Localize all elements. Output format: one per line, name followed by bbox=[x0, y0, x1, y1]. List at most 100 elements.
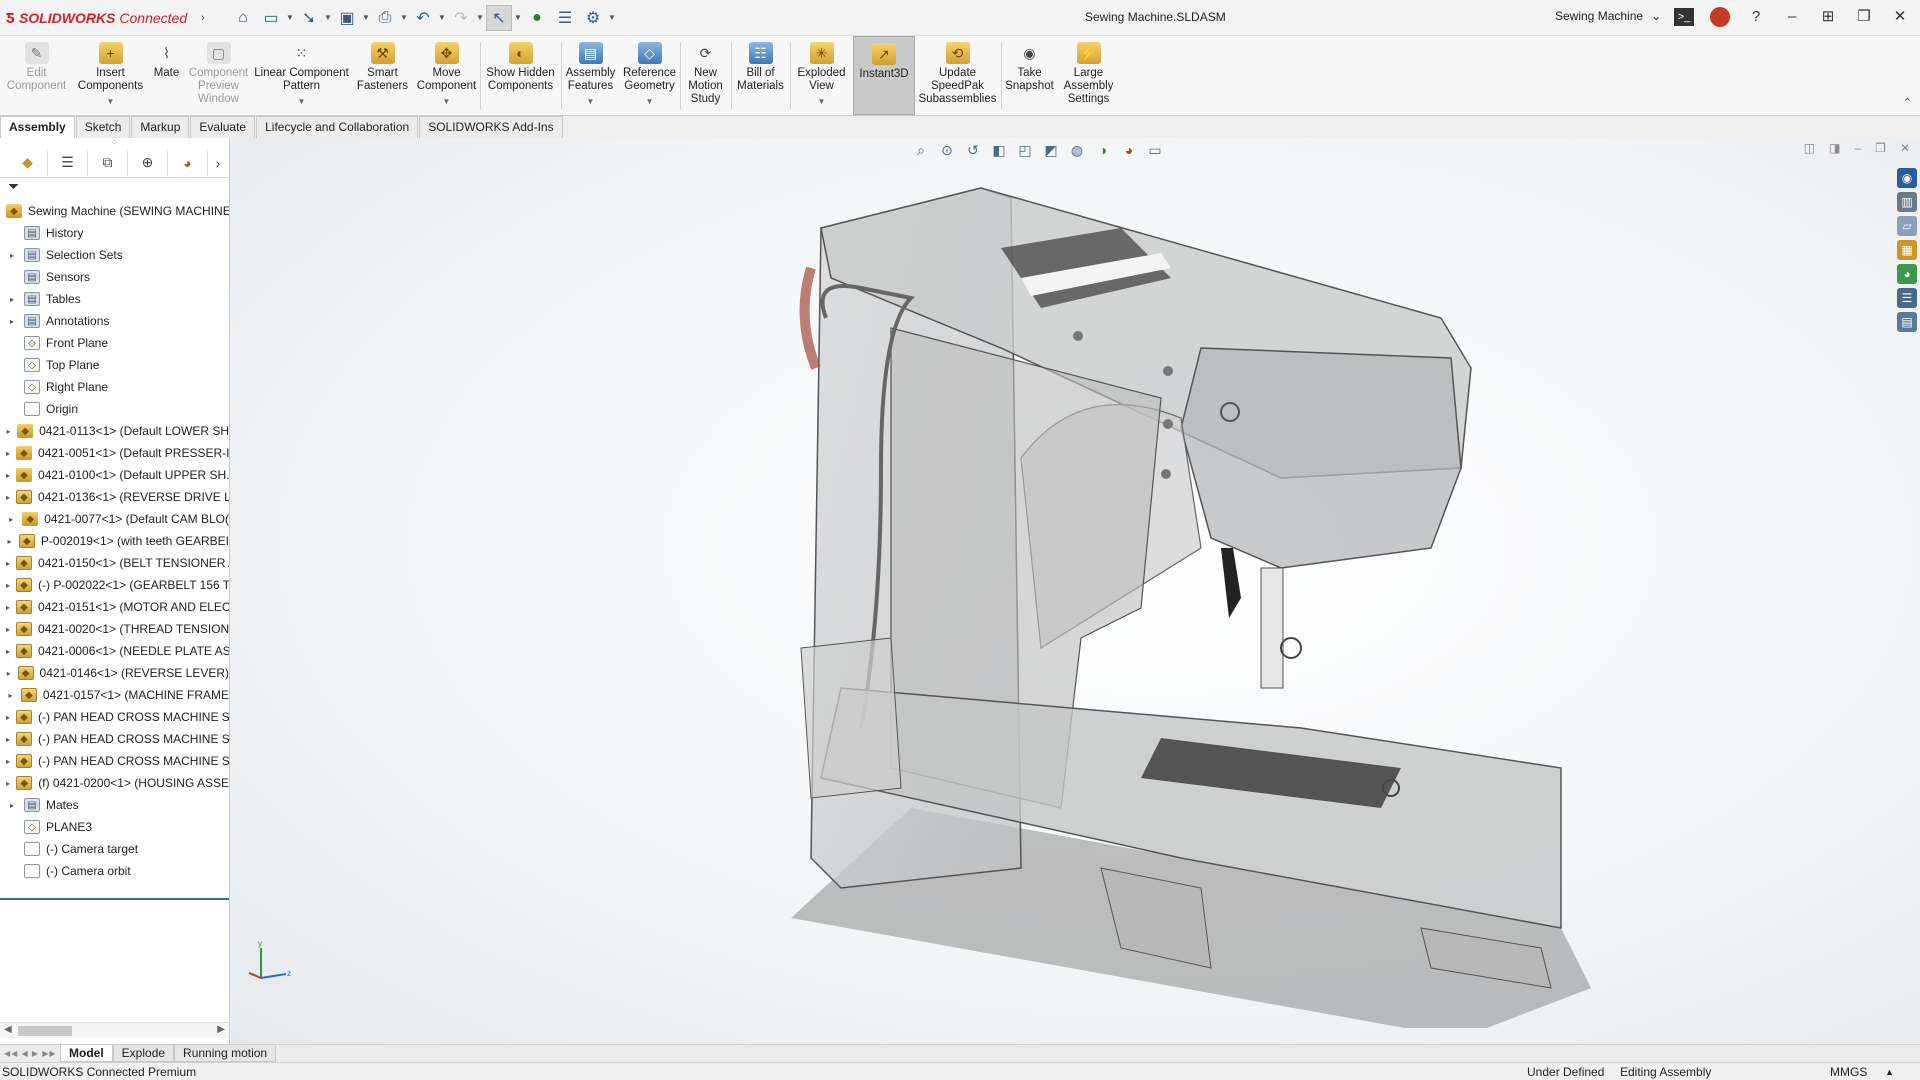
tree-item[interactable]: ▸ ▤ Annotations bbox=[0, 310, 229, 332]
forum-icon[interactable]: ▤ bbox=[1897, 312, 1917, 332]
config-selector[interactable]: Sewing Machine ⌄ bbox=[1555, 9, 1661, 23]
minimize-icon[interactable]: – bbox=[1782, 6, 1802, 28]
close-icon[interactable]: ✕ bbox=[1890, 6, 1910, 28]
scroll-left-icon[interactable]: ◀ bbox=[4, 1024, 12, 1035]
print-dropdown-icon[interactable]: ▼ bbox=[400, 13, 408, 22]
save-icon[interactable]: ▣ bbox=[334, 5, 360, 31]
command-prompt-icon[interactable]: >_ bbox=[1674, 8, 1694, 26]
redo-dropdown-icon[interactable]: ▼ bbox=[476, 13, 484, 22]
tree-item[interactable]: ▸ ▤ Tables bbox=[0, 288, 229, 310]
new-dropdown-icon[interactable]: ▼ bbox=[286, 13, 294, 22]
apply-scene-icon[interactable]: ◕ bbox=[1119, 140, 1139, 160]
split-view-icon[interactable]: ◫ bbox=[1804, 141, 1815, 155]
save-dropdown-icon[interactable]: ▼ bbox=[362, 13, 370, 22]
tile-windows-icon[interactable]: ⊞ bbox=[1818, 6, 1838, 28]
tree-item[interactable]: (-) Camera target bbox=[0, 838, 229, 860]
assembly-features-button[interactable]: ▤ Assembly Features ▼ bbox=[562, 36, 620, 115]
tree-item[interactable]: ▸ ◆ (-) PAN HEAD CROSS MACHINE S bbox=[0, 750, 229, 772]
new-motion-study-button[interactable]: ⟳ New Motion Study bbox=[681, 36, 731, 115]
previous-view-icon[interactable]: ↺ bbox=[963, 140, 983, 160]
expand-arrow-icon[interactable]: ▸ bbox=[6, 449, 10, 458]
chevron-up-icon[interactable]: ▲ bbox=[1885, 1067, 1894, 1077]
edit-appearance-icon[interactable]: ◑ bbox=[1093, 140, 1113, 160]
file-explorer-icon[interactable]: ▱ bbox=[1897, 216, 1917, 236]
scroll-right-icon[interactable]: ▶ bbox=[217, 1024, 225, 1035]
tree-item[interactable]: ▸ ◆ 0421-0077<1> (Default CAM BLO( bbox=[0, 508, 229, 530]
tree-item[interactable]: ▸ ◆ 0421-0151<1> (MOTOR AND ELEC bbox=[0, 596, 229, 618]
expand-arrow-icon[interactable]: ▸ bbox=[6, 493, 10, 502]
expand-arrow-icon[interactable]: ▸ bbox=[6, 251, 18, 260]
tree-item[interactable]: ◇ PLANE3 bbox=[0, 816, 229, 838]
expand-arrow-icon[interactable]: ▸ bbox=[6, 317, 18, 326]
expand-arrow-icon[interactable]: ▸ bbox=[6, 801, 18, 810]
expand-arrow-icon[interactable]: ▸ bbox=[6, 647, 10, 656]
tree-item[interactable]: ▸ ▤ Mates bbox=[0, 794, 229, 816]
expand-arrow-icon[interactable]: ▸ bbox=[6, 537, 13, 546]
configurationmanager-tab-icon[interactable]: ⧉ bbox=[88, 149, 128, 176]
horizontal-scrollbar[interactable]: ◀ ▶ bbox=[0, 1022, 229, 1038]
options-dropdown-icon[interactable]: ▼ bbox=[608, 13, 616, 22]
expand-arrow-icon[interactable]: ▸ bbox=[6, 471, 10, 480]
filter-icon[interactable]: ⏷ bbox=[0, 178, 229, 200]
undo-icon[interactable]: ↶ bbox=[410, 5, 436, 31]
select-dropdown-icon[interactable]: ▼ bbox=[514, 13, 522, 22]
show-hidden-components-button[interactable]: ◐ Show Hidden Components bbox=[481, 36, 561, 115]
open-icon[interactable]: ➘ bbox=[296, 5, 322, 31]
propertymanager-tab-icon[interactable]: ☰ bbox=[48, 149, 88, 176]
tree-item[interactable]: ▸ ◆ (-) PAN HEAD CROSS MACHINE S bbox=[0, 706, 229, 728]
tree-item[interactable]: ▸ ◆ 0421-0113<1> (Default LOWER SH bbox=[0, 420, 229, 442]
tree-item[interactable]: ▸ ◆ 0421-0150<1> (BELT TENSIONER A bbox=[0, 552, 229, 574]
app-logo[interactable]: ƽ SOLIDWORKS Connected › bbox=[0, 7, 210, 28]
unit-system[interactable]: MMGS bbox=[1830, 1065, 1867, 1079]
help-icon[interactable]: ? bbox=[1746, 6, 1766, 28]
tree-item[interactable]: ▸ ◆ (f) 0421-0200<1> (HOUSING ASSE bbox=[0, 772, 229, 794]
options-gear-icon[interactable]: ⚙ bbox=[580, 5, 606, 31]
split-view-icon[interactable]: ◨ bbox=[1829, 141, 1840, 155]
tab-markup[interactable]: Markup bbox=[131, 116, 190, 138]
chevron-right-icon[interactable]: › bbox=[208, 150, 228, 176]
zoom-to-area-icon[interactable]: ⊙ bbox=[937, 140, 957, 160]
view-palette-icon[interactable]: ▦ bbox=[1897, 240, 1917, 260]
redo-icon[interactable]: ↷ bbox=[448, 5, 474, 31]
bill-of-materials-button[interactable]: ☷ Bill of Materials bbox=[732, 36, 790, 115]
rollback-bar[interactable] bbox=[0, 898, 229, 900]
tab-scroll-arrows-icon[interactable]: ◀◀ ◀ ▶ ▶▶ bbox=[0, 1049, 60, 1058]
scroll-thumb[interactable] bbox=[18, 1026, 72, 1036]
take-snapshot-button[interactable]: ◉ Take Snapshot bbox=[1002, 36, 1058, 115]
expand-arrow-icon[interactable]: ▸ bbox=[6, 713, 10, 722]
insert-components-button[interactable]: + Insert Components ▼ bbox=[74, 36, 148, 115]
zoom-to-fit-icon[interactable]: ⌕ bbox=[911, 140, 931, 160]
expand-arrow-icon[interactable]: ▸ bbox=[6, 603, 10, 612]
tree-item[interactable]: ▸ ◆ 0421-0051<1> (Default PRESSER-I bbox=[0, 442, 229, 464]
tree-item[interactable]: ▸ ▤ Selection Sets bbox=[0, 244, 229, 266]
expand-arrow-icon[interactable]: ▸ bbox=[6, 427, 11, 436]
hide-show-items-icon[interactable]: ◍ bbox=[1067, 140, 1087, 160]
minimize-icon[interactable]: – bbox=[1854, 141, 1861, 155]
mate-button[interactable]: ⌇ Mate bbox=[148, 36, 186, 115]
edit-component-button[interactable]: ✎ Edit Component bbox=[0, 36, 74, 115]
collapse-ribbon-icon[interactable]: ⌃ bbox=[1903, 96, 1912, 109]
graphics-area[interactable]: ⌕ ⊙ ↺ ◧ ◰ ◩ ◍ ◑ ◕ ▭ ◫ ◨ – ❐ ✕ ◉ ▥ ▱ ▦ ◕ … bbox=[231, 138, 1920, 1044]
chevron-down-icon[interactable]: ▼ bbox=[646, 95, 654, 108]
expand-arrow-icon[interactable]: ▸ bbox=[6, 779, 10, 788]
tree-item[interactable]: ▸ ◆ 0421-0136<1> (REVERSE DRIVE LII bbox=[0, 486, 229, 508]
file-properties-icon[interactable]: ☰ bbox=[552, 5, 578, 31]
tab-addins[interactable]: SOLIDWORKS Add-Ins bbox=[419, 116, 563, 138]
restore-icon[interactable]: ❐ bbox=[1854, 6, 1874, 28]
tree-item[interactable]: ▸ ◆ (-) PAN HEAD CROSS MACHINE S bbox=[0, 728, 229, 750]
tree-item[interactable]: ▤ Sensors bbox=[0, 266, 229, 288]
instant3d-button[interactable]: ↗ Instant3D bbox=[853, 36, 915, 115]
featuremanager-tab-icon[interactable]: ◆ bbox=[8, 149, 48, 176]
undo-dropdown-icon[interactable]: ▼ bbox=[438, 13, 446, 22]
tree-item[interactable]: ◇ Front Plane bbox=[0, 332, 229, 354]
home-icon[interactable]: ⌂ bbox=[230, 5, 256, 31]
expand-arrow-icon[interactable]: ▸ bbox=[6, 669, 12, 678]
chevron-down-icon[interactable]: ▼ bbox=[818, 95, 826, 108]
expand-arrow-icon[interactable]: ▸ bbox=[6, 691, 15, 700]
restore-icon[interactable]: ❐ bbox=[1875, 141, 1886, 155]
reference-geometry-button[interactable]: ◇ Reference Geometry ▼ bbox=[620, 36, 680, 115]
chevron-down-icon[interactable]: ▼ bbox=[107, 95, 115, 108]
solidworks-resources-icon[interactable]: ◉ bbox=[1897, 168, 1917, 188]
tree-item[interactable]: ▸ ◆ 0421-0100<1> (Default UPPER SH. bbox=[0, 464, 229, 486]
chevron-down-icon[interactable]: ▼ bbox=[587, 95, 595, 108]
